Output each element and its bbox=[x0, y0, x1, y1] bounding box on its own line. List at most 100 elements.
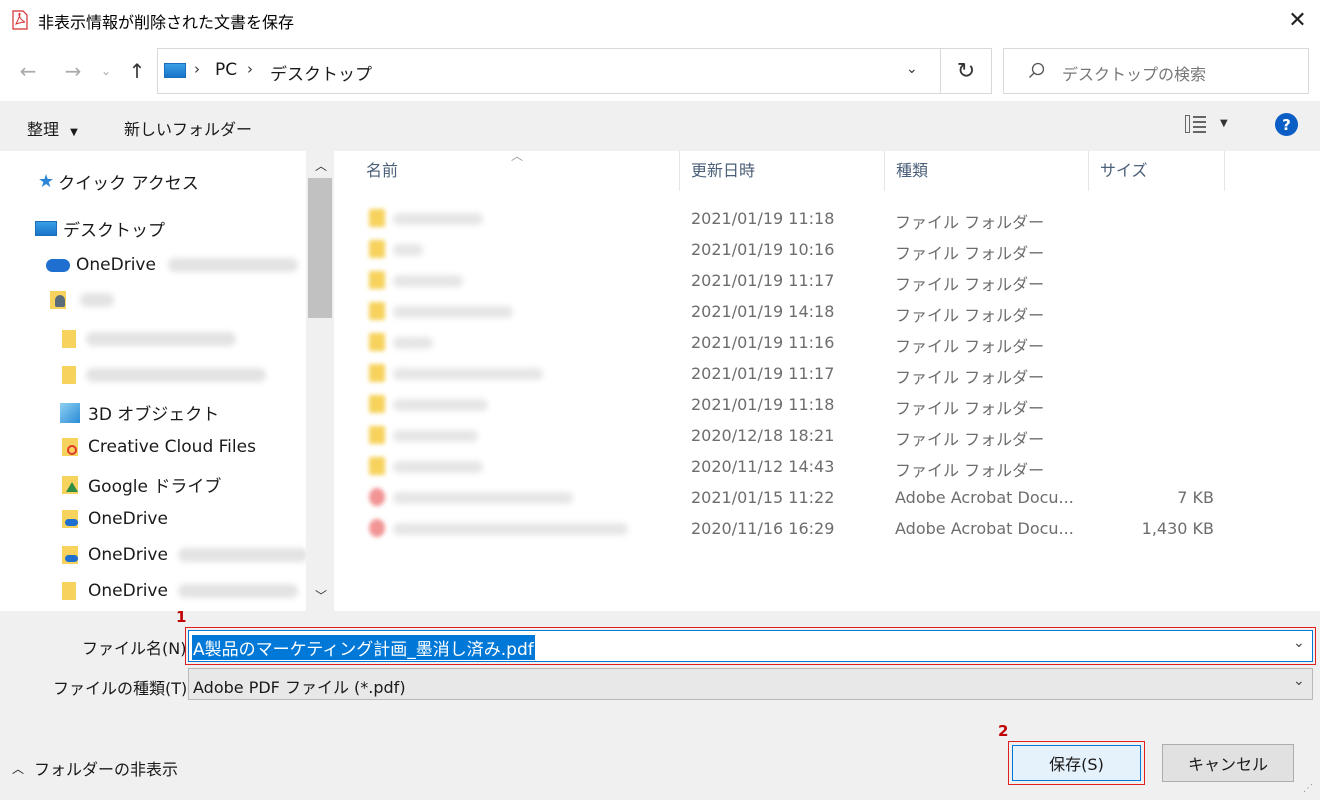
chevron-down-icon[interactable]: ⌄ bbox=[906, 61, 918, 77]
resize-grip-icon[interactable]: ⋰ bbox=[1303, 783, 1313, 794]
scroll-thumb[interactable] bbox=[308, 178, 332, 318]
folder-icon bbox=[369, 426, 385, 444]
arrow-left-icon: ← bbox=[19, 59, 37, 83]
table-row[interactable]: 2021/01/19 11:18 ファイル フォルダー bbox=[335, 203, 1320, 234]
nav-onedrive-folder[interactable]: OneDrive bbox=[62, 545, 308, 565]
file-date: 2021/01/19 11:17 bbox=[691, 271, 835, 290]
search-box[interactable]: デスクトップの検索 bbox=[1003, 48, 1309, 94]
save-button[interactable]: 保存(S) bbox=[1012, 745, 1141, 781]
file-size: 1,430 KB bbox=[1141, 519, 1214, 538]
table-row[interactable]: 2021/01/19 11:17 ファイル フォルダー bbox=[335, 358, 1320, 389]
sort-indicator-icon: ︿ bbox=[511, 149, 524, 163]
filename-input[interactable]: A製品のマーケティング計画_墨消し済み.pdf ⌄ bbox=[188, 630, 1313, 662]
nav-onedrive[interactable]: OneDrive bbox=[46, 255, 298, 275]
file-type: ファイル フォルダー bbox=[895, 399, 1045, 418]
file-date: 2020/12/18 18:21 bbox=[691, 426, 835, 445]
breadcrumb-pc[interactable]: PC bbox=[215, 60, 237, 80]
nav-folder[interactable] bbox=[62, 366, 266, 384]
onedrive-folder-icon bbox=[62, 510, 78, 528]
redacted-text bbox=[167, 258, 298, 272]
back-button[interactable]: ← bbox=[13, 56, 43, 86]
new-folder-button[interactable]: 新しいフォルダー bbox=[124, 116, 252, 140]
column-header-name[interactable]: 名前 bbox=[366, 151, 398, 191]
filetype-label: ファイルの種類(T): bbox=[53, 679, 193, 698]
file-list[interactable]: ︿ 名前 更新日時 種類 サイズ 2021/01/19 11:18 ファイル フォ… bbox=[335, 149, 1320, 611]
nav-label: 3D オブジェクト bbox=[88, 405, 220, 425]
help-icon[interactable]: ? bbox=[1275, 113, 1298, 136]
nav-quick-access[interactable]: ★ クイック アクセス bbox=[38, 169, 199, 194]
file-type: Adobe Acrobat Docu... bbox=[895, 519, 1074, 538]
table-row[interactable]: 2021/01/19 14:18 ファイル フォルダー bbox=[335, 296, 1320, 327]
nav-3d-objects[interactable]: 3D オブジェクト bbox=[60, 400, 219, 425]
address-bar[interactable]: › PC › デスクトップ ⌄ bbox=[157, 48, 941, 94]
cancel-button[interactable]: キャンセル bbox=[1162, 744, 1294, 782]
redacted-text bbox=[86, 368, 266, 382]
redacted-filename bbox=[393, 461, 483, 473]
folder-icon bbox=[369, 395, 385, 413]
filetype-select[interactable]: Adobe PDF ファイル (*.pdf) ⌄ bbox=[188, 668, 1313, 700]
folder-icon bbox=[369, 302, 385, 320]
forward-button[interactable]: → bbox=[58, 56, 88, 86]
view-dropdown-icon[interactable]: ▼ bbox=[1220, 118, 1228, 129]
table-row[interactable]: 2021/01/19 11:16 ファイル フォルダー bbox=[335, 327, 1320, 358]
nav-creative-cloud[interactable]: Creative Cloud Files bbox=[62, 437, 256, 457]
breadcrumb-desktop[interactable]: デスクトップ bbox=[270, 60, 372, 85]
column-header-size[interactable]: サイズ bbox=[1100, 151, 1148, 191]
column-header-type[interactable]: 種類 bbox=[896, 151, 928, 191]
recent-locations-button[interactable]: ⌄ bbox=[94, 56, 118, 86]
pdf-file-icon bbox=[369, 488, 385, 506]
hide-folders-button[interactable]: ︿ フォルダーの非表示 bbox=[12, 756, 178, 780]
table-row[interactable]: 2021/01/19 10:16 ファイル フォルダー bbox=[335, 234, 1320, 265]
chevron-down-icon: ⌄ bbox=[1293, 673, 1305, 689]
folder-icon bbox=[369, 364, 385, 382]
annotation-marker-1: 1 bbox=[176, 608, 187, 626]
up-button[interactable]: ↑ bbox=[122, 56, 152, 86]
file-date: 2021/01/19 11:18 bbox=[691, 395, 835, 414]
organize-button[interactable]: 整理 ▼ bbox=[27, 116, 78, 140]
nav-folder[interactable] bbox=[62, 330, 236, 348]
table-row[interactable]: 2021/01/15 11:22 Adobe Acrobat Docu... 7 K… bbox=[335, 482, 1320, 513]
redacted-text bbox=[80, 293, 114, 307]
view-options-icon[interactable] bbox=[1185, 113, 1207, 135]
onedrive-folder-icon bbox=[62, 546, 78, 564]
close-icon: ✕ bbox=[1288, 7, 1307, 33]
annotation-marker-2: 2 bbox=[998, 722, 1009, 740]
organize-label: 整理 bbox=[27, 120, 60, 139]
column-header-modified[interactable]: 更新日時 bbox=[691, 151, 755, 191]
redacted-filename bbox=[393, 275, 463, 287]
nav-google-drive[interactable]: Google ドライブ bbox=[62, 472, 221, 497]
table-row[interactable]: 2021/01/19 11:18 ファイル フォルダー bbox=[335, 389, 1320, 420]
navigation-pane[interactable]: ★ クイック アクセス デスクトップ OneDrive 3D オブジェクト Cr… bbox=[0, 151, 334, 611]
nav-onedrive-folder[interactable]: OneDrive bbox=[62, 509, 168, 529]
folder-icon bbox=[369, 209, 385, 227]
user-folder-icon bbox=[50, 291, 66, 309]
table-row[interactable]: 2020/11/12 14:43 ファイル フォルダー bbox=[335, 451, 1320, 482]
filename-label: ファイル名(N): bbox=[82, 639, 192, 658]
close-button[interactable]: ✕ bbox=[1275, 0, 1320, 40]
table-row[interactable]: 2020/11/16 16:29 Adobe Acrobat Docu... 1,4… bbox=[335, 513, 1320, 544]
nav-user-folder[interactable] bbox=[50, 291, 114, 309]
table-row[interactable]: 2020/12/18 18:21 ファイル フォルダー bbox=[335, 420, 1320, 451]
arrow-right-icon: → bbox=[64, 59, 82, 83]
desktop-icon bbox=[164, 63, 186, 78]
nav-desktop[interactable]: デスクトップ bbox=[35, 216, 165, 241]
redacted-filename bbox=[393, 244, 423, 256]
chevron-down-icon[interactable]: ⌄ bbox=[1293, 635, 1305, 651]
search-placeholder: デスクトップの検索 bbox=[1062, 65, 1207, 84]
chevron-down-icon: ⌄ bbox=[100, 64, 112, 78]
scroll-up-icon[interactable]: ︿ bbox=[315, 157, 327, 174]
scroll-down-icon[interactable]: ﹀ bbox=[315, 587, 327, 604]
redacted-filename bbox=[393, 368, 543, 380]
nav-label: OneDrive bbox=[88, 545, 168, 565]
nav-label: Creative Cloud Files bbox=[88, 437, 256, 457]
refresh-button[interactable]: ↻ bbox=[940, 48, 992, 94]
nav-scrollbar[interactable]: ︿ ﹀ bbox=[306, 151, 334, 611]
refresh-icon: ↻ bbox=[956, 58, 976, 84]
table-row[interactable]: 2021/01/19 11:17 ファイル フォルダー bbox=[335, 265, 1320, 296]
file-type: ファイル フォルダー bbox=[895, 275, 1045, 294]
cube-icon bbox=[60, 402, 80, 423]
breadcrumb-separator-icon: › bbox=[194, 60, 200, 78]
file-date: 2021/01/19 11:18 bbox=[691, 209, 835, 228]
nav-onedrive-folder[interactable]: OneDrive bbox=[62, 581, 298, 601]
dialog-title: 非表示情報が削除された文書を保存 bbox=[38, 13, 295, 32]
